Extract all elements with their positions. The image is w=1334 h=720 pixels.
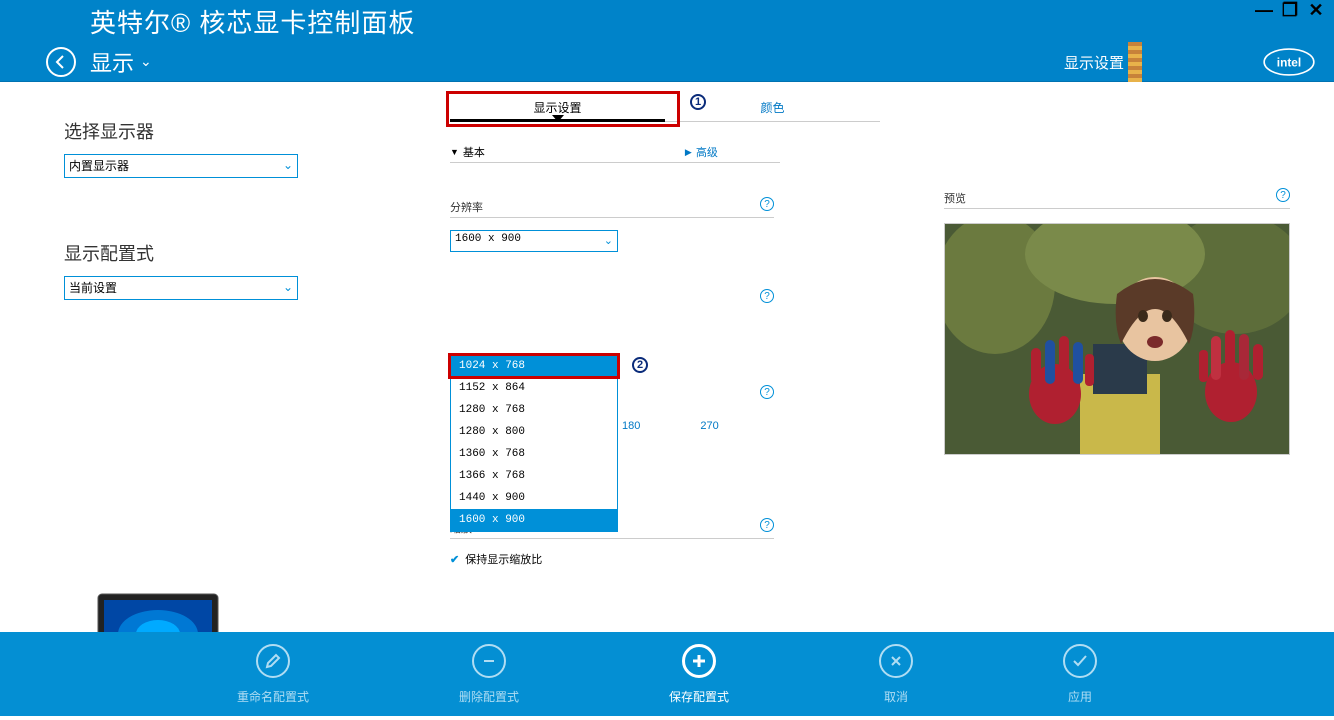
subtab-basic[interactable]: ▼基本 (450, 144, 485, 160)
arrow-right-icon: ▶ (685, 147, 692, 158)
settings-tabs: 显示设置 颜色 1 (450, 94, 880, 122)
action-label: 取消 (884, 688, 908, 705)
select-display-dropdown[interactable]: 内置显示器 ⌄ (64, 154, 298, 178)
preview-label: 预览 (944, 193, 966, 205)
cancel-button[interactable]: 取消 (879, 644, 913, 705)
nav-bar: 显示 ⌄ 显示设置 intel (0, 42, 1334, 82)
resolution-option[interactable]: 1440 x 900 (451, 487, 617, 509)
chevron-down-icon: ⌄ (283, 280, 293, 294)
arrow-left-icon (53, 54, 69, 70)
preview-panel: 预览 ? (944, 190, 1290, 455)
scaling-checkbox[interactable]: ✔ (450, 553, 459, 566)
display-profile-dropdown[interactable]: 当前设置 ⌄ (64, 276, 298, 300)
resolution-option[interactable]: 1360 x 768 (451, 443, 617, 465)
resolution-label: 分辨率 (450, 202, 483, 214)
tab-label: 颜色 (760, 99, 784, 116)
help-icon[interactable]: ? (760, 197, 774, 211)
subtab-advanced[interactable]: ▶高级 (685, 144, 718, 160)
display-profile-value: 当前设置 (69, 281, 117, 295)
help-icon[interactable]: ? (760, 385, 774, 399)
main-content: 选择显示器 内置显示器 ⌄ 显示配置式 当前设置 ⌄ 显示设置 (0, 90, 1334, 632)
callout-badge-1: 1 (690, 94, 706, 110)
sub-tabs: ▼基本 ▶高级 (450, 144, 890, 160)
delete-profile-button[interactable]: 删除配置式 (459, 644, 519, 705)
nav-accent-stripe (1128, 42, 1142, 82)
check-icon (1071, 652, 1089, 670)
rename-profile-button[interactable]: 重命名配置式 (237, 644, 309, 705)
resolution-field: 分辨率 ? 1600 x 900 ⌄ 1024 x 768 1152 x 864… (450, 199, 774, 252)
chevron-down-icon: ⌄ (140, 53, 152, 70)
preview-image (944, 223, 1290, 455)
apply-button[interactable]: 应用 (1063, 644, 1097, 705)
back-button[interactable] (46, 47, 76, 77)
resolution-option[interactable]: 1024 x 768 (451, 355, 617, 377)
select-display-label: 选择显示器 (64, 118, 304, 144)
chevron-down-icon: ⌄ (604, 234, 613, 248)
tab-display-settings[interactable]: 显示设置 (450, 94, 665, 122)
plus-icon (690, 652, 708, 670)
resolution-option[interactable]: 1600 x 900 (451, 509, 617, 531)
select-display-value: 内置显示器 (69, 159, 129, 173)
settings-panel: 显示设置 颜色 1 ▼基本 ▶高级 分辨率 ? 1600 x 900 ⌄ 102… (450, 94, 890, 252)
action-label: 应用 (1068, 688, 1092, 705)
arrow-down-icon: ▼ (450, 147, 459, 157)
title-bar: 英特尔® 核芯显卡控制面板 — ❐ ✕ (0, 0, 1334, 42)
action-label: 重命名配置式 (237, 688, 309, 705)
resolution-option[interactable]: 1152 x 864 (451, 377, 617, 399)
save-profile-button[interactable]: 保存配置式 (669, 644, 729, 705)
rotation-options: 180 270 (622, 420, 719, 432)
resolution-option[interactable]: 1366 x 768 (451, 465, 617, 487)
callout-badge-2: 2 (632, 357, 648, 373)
resolution-options-list: 1024 x 768 1152 x 864 1280 x 768 1280 x … (450, 354, 618, 532)
action-label: 保存配置式 (669, 688, 729, 705)
sidebar: 选择显示器 内置显示器 ⌄ 显示配置式 当前设置 ⌄ (64, 118, 304, 300)
intel-logo: intel (1262, 44, 1316, 80)
nav-right-tab[interactable]: 显示设置 (1054, 42, 1134, 82)
nav-menu-label: 显示 (90, 46, 134, 78)
rotation-270[interactable]: 270 (700, 420, 718, 432)
action-label: 删除配置式 (459, 688, 519, 705)
close-button[interactable]: ✕ (1304, 0, 1328, 20)
nav-menu-display[interactable]: 显示 ⌄ (90, 46, 152, 78)
resolution-option[interactable]: 1280 x 800 (451, 421, 617, 443)
display-profile-label: 显示配置式 (64, 240, 304, 266)
chevron-down-icon: ⌄ (283, 158, 293, 172)
x-icon (888, 653, 904, 669)
minimize-button[interactable]: — (1252, 0, 1276, 20)
scaling-option-label: 保持显示缩放比 (465, 551, 542, 567)
help-icon[interactable]: ? (760, 518, 774, 532)
resolution-select[interactable]: 1600 x 900 ⌄ (450, 230, 618, 252)
tab-label: 显示设置 (533, 99, 581, 116)
resolution-option[interactable]: 1280 x 768 (451, 399, 617, 421)
footer-action-bar: 重命名配置式 删除配置式 保存配置式 取消 应用 (0, 632, 1334, 716)
svg-text:intel: intel (1277, 55, 1301, 69)
help-icon[interactable]: ? (1276, 188, 1290, 202)
pencil-icon (264, 652, 282, 670)
restore-button[interactable]: ❐ (1278, 0, 1302, 20)
resolution-current: 1600 x 900 (455, 233, 521, 245)
help-icon[interactable]: ? (760, 289, 774, 303)
minus-icon (480, 652, 498, 670)
window-title: 英特尔® 核芯显卡控制面板 (90, 3, 415, 40)
rotation-180[interactable]: 180 (622, 420, 640, 432)
